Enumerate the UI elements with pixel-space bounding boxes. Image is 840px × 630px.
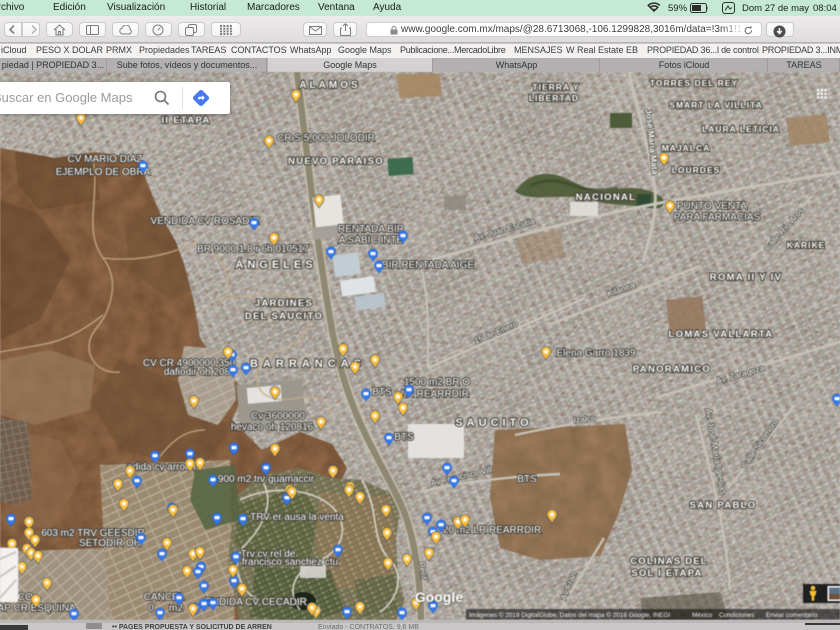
svg-text:ROMA II Y IV: ROMA II Y IV (710, 272, 782, 283)
svg-text:BARRANCAS: BARRANCAS (250, 358, 366, 370)
svg-text:LOMAS VALLARTA: LOMAS VALLARTA (669, 329, 774, 340)
svg-text:KARIKE: KARIKE (787, 240, 826, 250)
svg-text:TIERRA Y: TIERRA Y (532, 82, 579, 92)
svg-text:BTS: BTS (517, 474, 537, 485)
svg-text:RENTADA BIR: RENTADA BIR (338, 224, 404, 235)
svg-text:Enviar comentario: Enviar comentario (766, 612, 818, 619)
svg-text:LOURDES: LOURDES (672, 165, 721, 175)
svg-text:DEL SAUCITO: DEL SAUCITO (245, 311, 323, 322)
svg-text:LAURA LETICIA: LAURA LETICIA (702, 124, 780, 134)
svg-text:SAUCITO: SAUCITO (455, 417, 532, 429)
svg-text:m2: m2 (169, 603, 183, 614)
svg-text:1500 m2 BR O: 1500 m2 BR O (404, 377, 470, 388)
svg-text:BR 9000 1.8 r 6h 010517: BR 9000 1.8 r 6h 010517 (197, 244, 309, 255)
svg-text:BIR RENTADA AIGE: BIR RENTADA AIGE (382, 260, 474, 271)
svg-text:hevaco oh 120816: hevaco oh 120816 (231, 422, 314, 433)
svg-text:MAJALCA: MAJALCA (662, 143, 711, 153)
svg-text:francisco sanchez ctu: francisco sanchez ctu (242, 557, 338, 568)
svg-text:A SABIC INTE: A SABIC INTE (339, 235, 404, 246)
svg-text:ÁNGELES: ÁNGELES (235, 258, 316, 271)
svg-text:México: México (692, 612, 713, 619)
svg-text:PARA FARMACIAS: PARA FARMACIAS (674, 212, 761, 223)
svg-text:COLINAS DEL: COLINAS DEL (630, 556, 708, 567)
svg-text:SETODIR OH: SETODIR OH (79, 538, 141, 549)
svg-text:PANORAMICO: PANORAMICO (633, 364, 711, 375)
svg-text:0: 0 (148, 603, 154, 614)
svg-text:JARDINES: JARDINES (255, 298, 313, 309)
svg-text:SOL I ETAPA: SOL I ETAPA (631, 568, 702, 579)
svg-text:TORRES DEL REY: TORRES DEL REY (650, 78, 738, 88)
svg-text:Condiciones: Condiciones (719, 612, 754, 619)
svg-text:PUNTO VENTA: PUNTO VENTA (677, 201, 748, 212)
svg-text:ENDIDA CV CECADIR: ENDIDA CV CECADIR (205, 597, 307, 608)
svg-text:900 m2 trv guamaccir: 900 m2 trv guamaccir (218, 474, 315, 485)
svg-text:II ETAPA: II ETAPA (161, 115, 210, 126)
svg-text:TRV er ausa la venta: TRV er ausa la venta (250, 512, 344, 523)
svg-text:BTS: BTS (394, 432, 414, 443)
svg-text:Cv 3600000: Cv 3600000 (251, 411, 305, 422)
svg-text:VENDIDA CV ROSADIR: VENDIDA CV ROSADIR (151, 216, 260, 227)
svg-text:dafiodir oh 208: dafiodir oh 208 (164, 367, 231, 378)
svg-text:ALAMOS: ALAMOS (299, 80, 360, 91)
svg-text:NACIONAL: NACIONAL (576, 192, 637, 203)
svg-text:Imágenes © 2018 DigitalGlobe,: Imágenes © 2018 DigitalGlobe, Datos del … (469, 611, 670, 619)
svg-text:Google: Google (415, 590, 463, 605)
svg-text:Elena Garro 1839: Elena Garro 1839 (557, 348, 636, 359)
svg-text:CR S 5,000 JOLODIR: CR S 5,000 JOLODIR (277, 133, 375, 144)
svg-text:CV MARIO DIAZ: CV MARIO DIAZ (67, 154, 142, 165)
svg-text:BTS: BTS (372, 387, 392, 398)
svg-text:SMART LA VILLITA: SMART LA VILLITA (669, 100, 762, 110)
svg-text:EJEMPLO DE OBRA: EJEMPLO DE OBRA (56, 167, 151, 178)
svg-text:LIBERTAD: LIBERTAD (529, 93, 579, 103)
svg-text:SAN PABLO: SAN PABLO (690, 500, 757, 511)
svg-text:NUEVO PARAISO: NUEVO PARAISO (288, 156, 384, 167)
